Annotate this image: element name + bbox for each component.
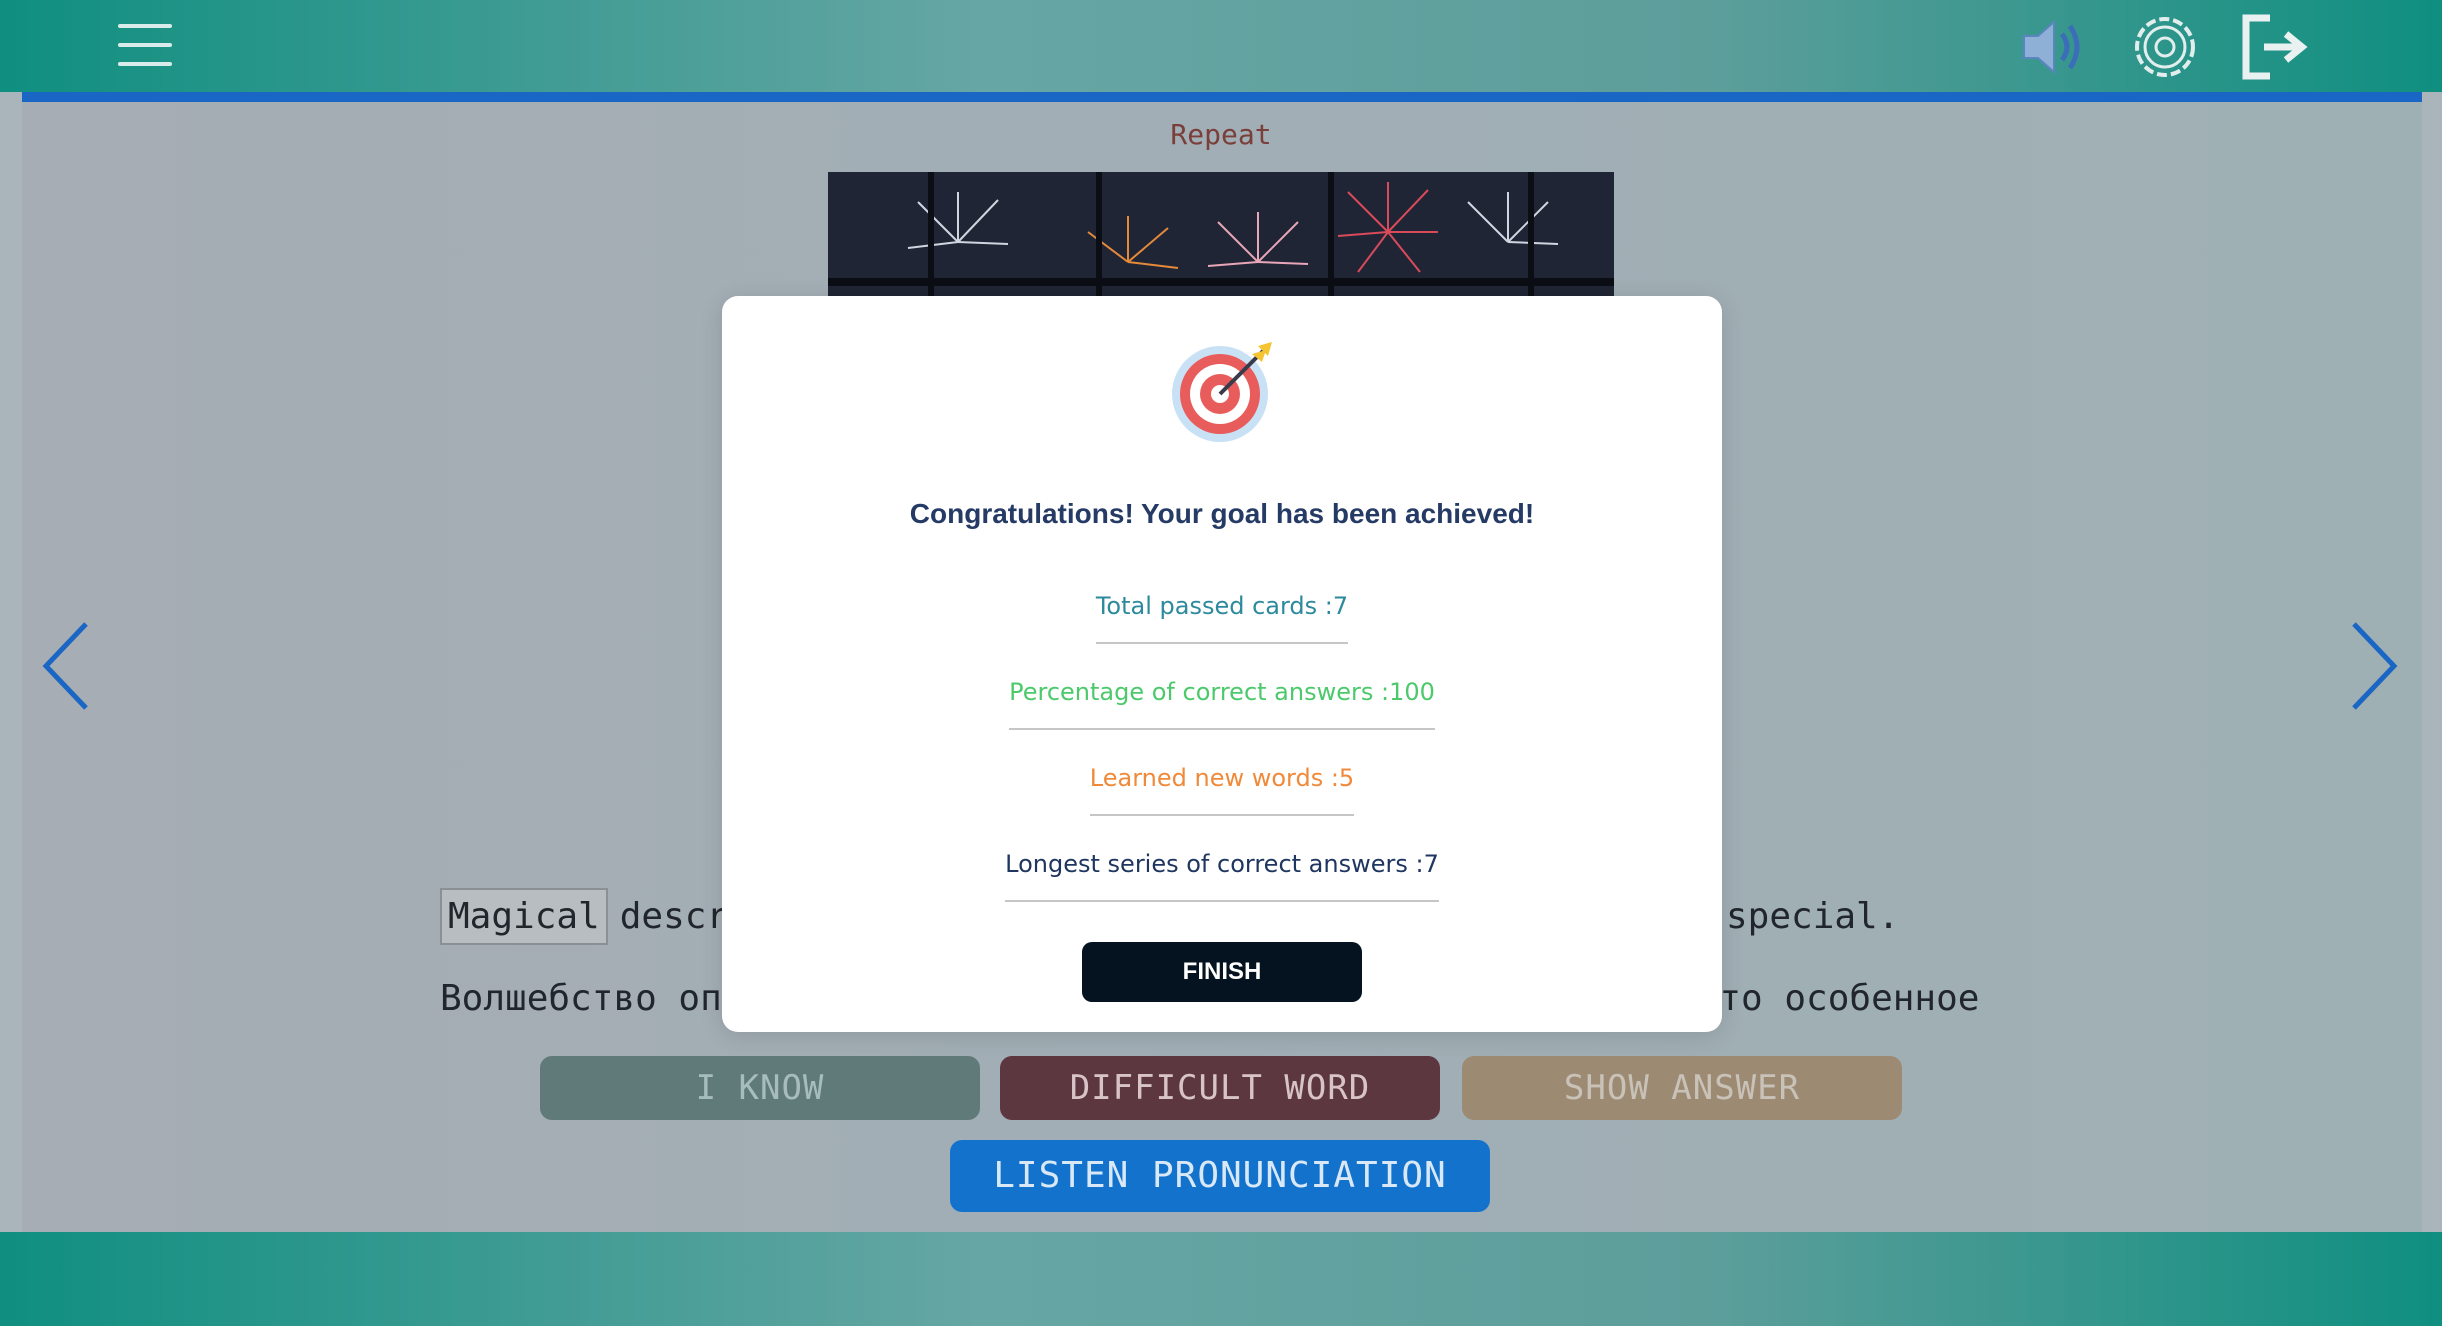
difficult-word-button[interactable]: DIFFICULT WORD <box>1000 1056 1440 1120</box>
stat-longest-series: Longest series of correct answers :7 <box>722 850 1722 902</box>
example-sentence-en-head: descr <box>619 896 729 937</box>
i-know-button[interactable]: I KNOW <box>540 1056 980 1120</box>
example-sentence-ru-head: Волшебство опи <box>440 978 744 1019</box>
dialog-title: Congratulations! Your goal has been achi… <box>909 498 1535 529</box>
next-card-arrow-icon[interactable] <box>2344 620 2400 712</box>
example-sentence-en-tail: special. <box>1726 896 1900 937</box>
target-word: Magical <box>440 888 608 945</box>
hamburger-menu-icon[interactable] <box>118 22 172 68</box>
stat-learned-words: Learned new words :5 <box>722 764 1722 816</box>
show-answer-button[interactable]: SHOW ANSWER <box>1462 1056 1902 1120</box>
bottom-bar <box>0 1232 2442 1326</box>
stat-total-passed: Total passed cards :7 <box>722 592 1722 644</box>
gear-icon[interactable] <box>2130 14 2200 80</box>
logout-icon[interactable] <box>2240 14 2310 80</box>
mode-label: Repeat <box>1170 118 1272 151</box>
speaker-icon[interactable] <box>2020 14 2090 80</box>
stat-percent-correct: Percentage of correct answers :100 <box>722 678 1722 730</box>
goal-achieved-dialog: Congratulations! Your goal has been achi… <box>722 296 1722 1032</box>
progress-bar <box>22 92 2422 102</box>
target-icon <box>1170 340 1274 444</box>
finish-button[interactable]: FINISH <box>1082 942 1362 1002</box>
listen-pronunciation-button[interactable]: LISTEN PRONUNCIATION <box>950 1140 1490 1212</box>
example-sentence-en: Magical descr <box>440 888 728 945</box>
top-bar <box>0 0 2442 92</box>
previous-card-arrow-icon[interactable] <box>40 620 96 712</box>
